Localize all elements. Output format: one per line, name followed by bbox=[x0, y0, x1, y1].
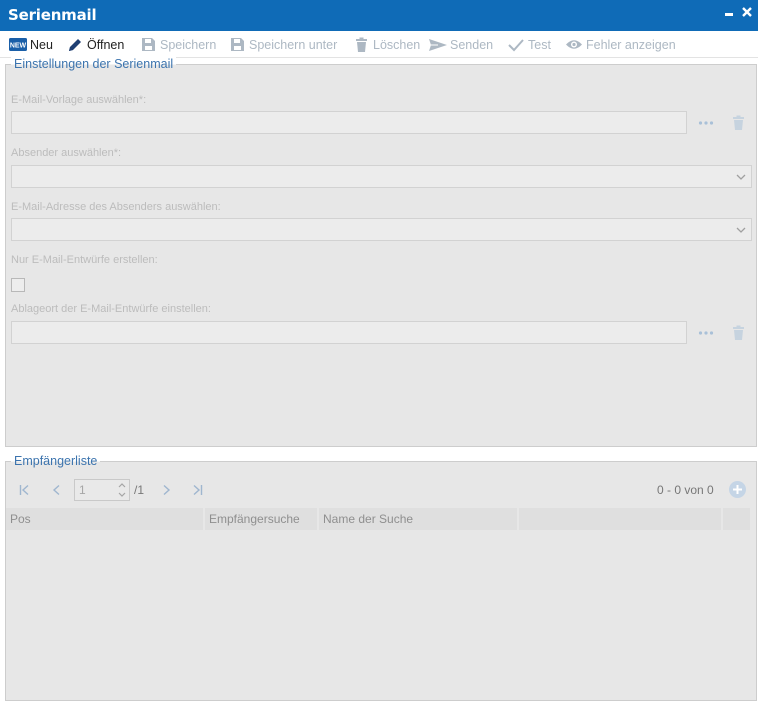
save-as-button[interactable]: Speichern unter bbox=[228, 31, 337, 58]
recipients-legend: Empfängerliste bbox=[11, 454, 101, 469]
ellipsis-icon[interactable] bbox=[697, 114, 715, 132]
settings-panel: Einstellungen der Serienmail E-Mail-Vorl… bbox=[5, 57, 757, 447]
send-arrow-icon bbox=[429, 36, 447, 54]
checkmark-icon bbox=[507, 36, 525, 54]
page-total: /1 bbox=[134, 483, 145, 497]
save-button[interactable]: Speichern bbox=[139, 31, 216, 58]
sender-label: Absender auswählen*: bbox=[11, 147, 122, 159]
floppy-disk-icon bbox=[228, 36, 246, 54]
page-number-input[interactable]: 1 bbox=[74, 479, 130, 501]
record-count: 0 - 0 von 0 bbox=[657, 483, 714, 497]
next-page-icon[interactable] bbox=[159, 483, 173, 497]
column-header-pos[interactable]: Pos bbox=[6, 508, 205, 530]
plus-circle-icon[interactable] bbox=[729, 481, 746, 498]
draft-location-label: Ablageort der E-Mail-Entwürfe einstellen… bbox=[11, 303, 211, 315]
floppy-disk-icon bbox=[139, 36, 157, 54]
delete-button-label: Löschen bbox=[373, 37, 421, 52]
open-button[interactable]: Öffnen bbox=[66, 31, 124, 58]
drafts-only-checkbox[interactable] bbox=[11, 278, 25, 292]
recipients-table-body bbox=[6, 530, 756, 700]
ellipsis-icon[interactable] bbox=[697, 324, 715, 342]
trash-icon[interactable] bbox=[729, 324, 747, 342]
new-button[interactable]: NEW Neu bbox=[9, 31, 53, 58]
new-badge-icon: NEW bbox=[9, 36, 27, 54]
column-header-end[interactable] bbox=[723, 508, 752, 530]
page-spinner-icon[interactable] bbox=[117, 481, 127, 499]
open-button-label: Öffnen bbox=[87, 37, 125, 52]
last-page-icon[interactable] bbox=[190, 483, 204, 497]
column-header-recipient-search[interactable]: Empfängersuche bbox=[205, 508, 319, 530]
trash-icon bbox=[352, 36, 370, 54]
draft-location-input[interactable] bbox=[11, 321, 687, 344]
template-label: E-Mail-Vorlage auswählen*: bbox=[11, 94, 147, 106]
show-errors-button[interactable]: Fehler anzeigen bbox=[565, 31, 676, 58]
trash-icon[interactable] bbox=[729, 114, 747, 132]
svg-text:NEW: NEW bbox=[10, 43, 27, 50]
column-header-search-name[interactable]: Name der Suche bbox=[319, 508, 519, 530]
test-button-label: Test bbox=[528, 37, 551, 52]
pencil-icon bbox=[66, 36, 84, 54]
save-as-button-label: Speichern unter bbox=[249, 37, 338, 52]
toolbar: NEW Neu Öffnen Speichern Speichern unter… bbox=[0, 31, 758, 58]
settings-legend: Einstellungen der Serienmail bbox=[11, 57, 177, 72]
eye-icon bbox=[565, 36, 583, 54]
sender-select[interactable] bbox=[11, 165, 752, 188]
recipients-panel: Empfängerliste 1 /1 0 - 0 von 0 Pos Empf… bbox=[5, 454, 757, 701]
new-button-label: Neu bbox=[30, 37, 53, 52]
first-page-icon[interactable] bbox=[18, 483, 32, 497]
template-input[interactable] bbox=[11, 111, 687, 134]
window-title: Serienmail bbox=[8, 6, 97, 24]
send-button-label: Senden bbox=[450, 37, 494, 52]
prev-page-icon[interactable] bbox=[50, 483, 64, 497]
save-button-label: Speichern bbox=[160, 37, 217, 52]
sender-email-label: E-Mail-Adresse des Absenders auswählen: bbox=[11, 201, 221, 213]
chevron-down-icon[interactable] bbox=[731, 166, 751, 187]
column-header-extra[interactable] bbox=[519, 508, 723, 530]
show-errors-button-label: Fehler anzeigen bbox=[586, 37, 676, 52]
send-button[interactable]: Senden bbox=[429, 31, 493, 58]
close-icon[interactable] bbox=[741, 5, 753, 23]
test-button[interactable]: Test bbox=[507, 31, 551, 58]
page-number-value: 1 bbox=[79, 483, 86, 497]
sender-email-select[interactable] bbox=[11, 218, 752, 241]
delete-button[interactable]: Löschen bbox=[352, 31, 420, 58]
chevron-down-icon[interactable] bbox=[731, 219, 751, 240]
drafts-only-label: Nur E-Mail-Entwürfe erstellen: bbox=[11, 254, 158, 266]
window-titlebar: Serienmail bbox=[0, 0, 758, 31]
minimize-icon[interactable] bbox=[724, 4, 734, 24]
